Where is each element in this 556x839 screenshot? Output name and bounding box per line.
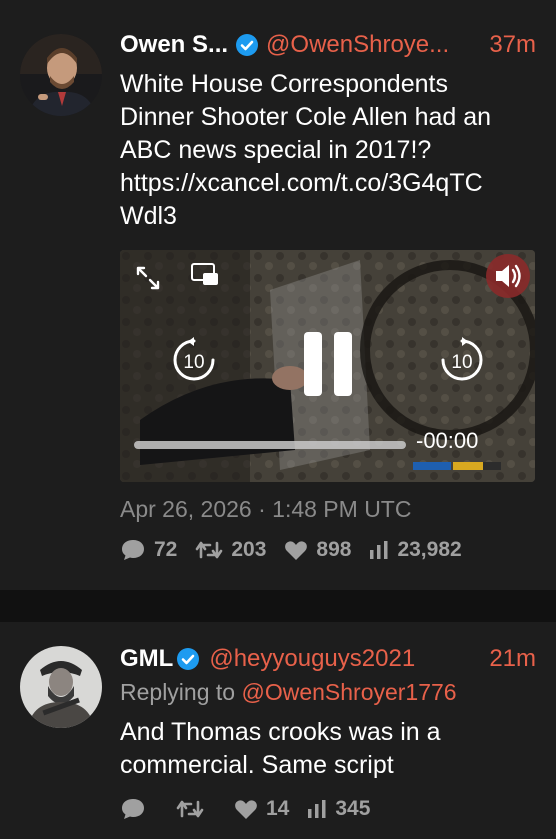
tweet-text: White House Correspondents Dinner Shoote… [120,70,492,230]
replying-to: Replying to @OwenShroyer1776 [120,679,457,706]
tweet-header: GML @heyyouguys2021 21m [120,643,536,675]
replying-to-label: Replying to [120,679,242,705]
skip-back-label: 10 [183,352,204,373]
like-button[interactable]: 898 [284,538,351,562]
comment-icon [122,540,144,560]
video-player[interactable]: 10 10 -00:00 [120,250,535,482]
views-button[interactable]: 23,982 [369,538,462,562]
view-count: 23,982 [397,538,462,561]
comment-icon [122,799,144,819]
reply-button[interactable]: 72 [120,538,177,562]
author-handle[interactable]: @heyyouguys2021 [209,645,415,673]
like-count: 898 [316,538,352,561]
video-progress-bar[interactable] [134,441,406,449]
verified-badge-icon [177,648,200,670]
retweet-icon [176,800,204,818]
tweet[interactable]: Owen S... @OwenShroye... 37m White House… [0,0,556,590]
retweet-button[interactable]: 203 [195,538,266,562]
verified-badge-icon [236,34,259,56]
author-handle[interactable]: @OwenShroye... [266,31,449,59]
tweet-stats: 72 203 898 23,982 [120,538,480,562]
reply-tweet[interactable]: GML @heyyouguys2021 21m Replying to @Owe… [0,622,556,839]
replying-to-handle[interactable]: @OwenShroyer1776 [241,679,456,705]
reply-count: 72 [154,538,178,561]
tweet-header: Owen S... @OwenShroye... 37m [120,29,536,61]
heart-icon [235,800,257,819]
skip-forward-button[interactable]: 10 [439,337,485,383]
skip-forward-label: 10 [451,352,472,373]
tweet-time[interactable]: 37m [479,31,536,59]
retweet-count: 203 [231,538,267,561]
fullscreen-icon[interactable] [134,264,162,292]
views-chart-icon [308,800,326,818]
retweet-icon [196,541,223,559]
views-chart-icon [370,541,388,559]
views-button[interactable]: 345 [307,797,370,821]
reply-button[interactable] [120,797,154,821]
fast-forward-icon: 10 [441,337,483,381]
pause-icon [304,332,352,396]
tweet-timestamp[interactable]: Apr 26, 2026 · 1:48 PM UTC [120,496,411,523]
author-name[interactable]: GML [120,645,173,673]
author-name[interactable]: Owen S... [120,31,228,59]
like-count: 14 [266,797,290,820]
rewind-icon: 10 [173,337,215,381]
heart-icon [285,541,308,560]
retweet-button[interactable] [176,798,212,820]
picture-in-picture-icon[interactable] [190,262,220,288]
skip-back-button[interactable]: 10 [171,337,217,383]
avatar[interactable] [20,34,102,116]
like-button[interactable]: 14 [234,797,289,821]
volume-icon[interactable] [484,252,532,300]
view-count: 345 [335,797,371,820]
video-time-remaining: -00:00 [416,428,479,453]
tweet-stats: 14 345 [120,797,388,821]
tweet-text: And Thomas crooks was in a commercial. S… [120,718,441,779]
tweet-separator [0,590,556,622]
avatar[interactable] [20,646,102,728]
pause-button[interactable] [300,330,356,398]
tweet-time[interactable]: 21m [479,645,536,673]
